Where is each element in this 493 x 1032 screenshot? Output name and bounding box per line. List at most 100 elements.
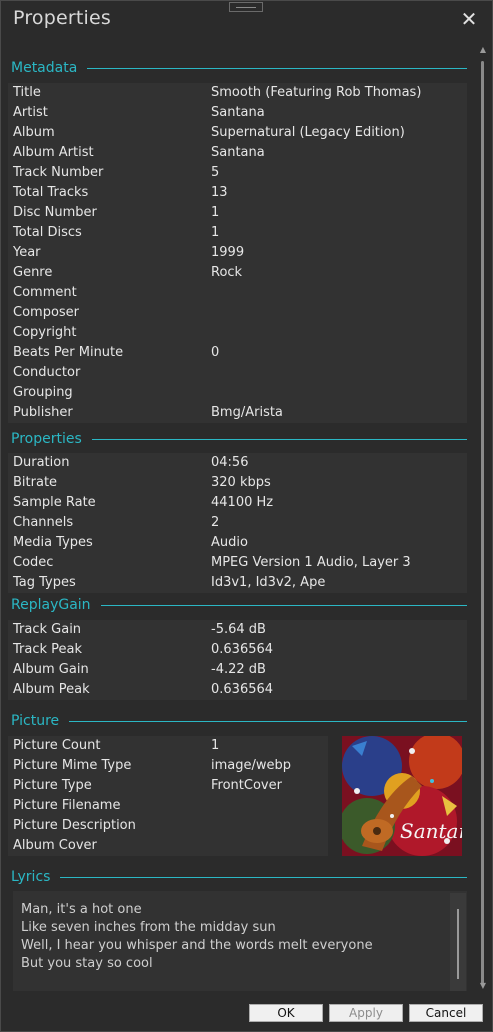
picture-label: Picture Type bbox=[13, 778, 92, 793]
resize-grip[interactable] bbox=[229, 2, 263, 12]
picture-value: 1 bbox=[211, 738, 220, 753]
metadata-row: Comment bbox=[8, 283, 467, 303]
metadata-row: Album Artist Santana bbox=[8, 143, 467, 163]
metadata-label: Total Tracks bbox=[13, 185, 89, 200]
metadata-label: Year bbox=[13, 245, 41, 260]
metadata-label: Artist bbox=[13, 105, 48, 120]
metadata-value: 1999 bbox=[211, 245, 245, 260]
metadata-label: Genre bbox=[13, 265, 53, 280]
metadata-row: Track Number 5 bbox=[8, 163, 467, 183]
metadata-label: Beats Per Minute bbox=[13, 345, 124, 360]
apply-button[interactable]: Apply bbox=[329, 1004, 403, 1022]
metadata-row: Composer bbox=[8, 303, 467, 323]
properties-table: Duration 04:56 Bitrate 320 kbps Sample Rate 4… bbox=[8, 453, 467, 593]
metadata-heading: Metadata bbox=[11, 60, 78, 76]
picture-value: FrontCover bbox=[211, 778, 282, 793]
metadata-section-header: Metadata bbox=[11, 58, 467, 78]
picture-label: Picture Count bbox=[13, 738, 101, 753]
picture-section-header: Picture bbox=[11, 711, 467, 731]
properties-label: Tag Types bbox=[13, 575, 76, 590]
metadata-label: Album bbox=[13, 125, 55, 140]
scroll-thumb[interactable] bbox=[481, 61, 484, 985]
scroll-up-icon[interactable]: ▲ bbox=[477, 45, 489, 55]
properties-window: Properties ✕ ▲ ▼ Metadata Title Smooth (F… bbox=[0, 0, 493, 1032]
lyric-line: Well, I hear you whisper and the words m… bbox=[21, 938, 373, 953]
metadata-value: 1 bbox=[211, 225, 220, 240]
replaygain-label: Track Peak bbox=[13, 642, 83, 657]
metadata-row: Copyright bbox=[8, 323, 467, 343]
close-icon[interactable]: ✕ bbox=[459, 9, 479, 29]
metadata-row: Genre Rock bbox=[8, 263, 467, 283]
lyrics-section-header: Lyrics bbox=[11, 867, 467, 887]
ok-button[interactable]: OK bbox=[249, 1004, 323, 1022]
properties-row: Codec MPEG Version 1 Audio, Layer 3 bbox=[8, 553, 467, 573]
properties-label: Sample Rate bbox=[13, 495, 96, 510]
properties-label: Duration bbox=[13, 455, 70, 470]
metadata-table: Title Smooth (Featuring Rob Thomas) Artist… bbox=[8, 83, 467, 423]
properties-row: Media Types Audio bbox=[8, 533, 467, 553]
cover-logo-text: Santana bbox=[400, 819, 462, 843]
replaygain-row: Track Gain -5.64 dB bbox=[8, 620, 467, 640]
replaygain-label: Album Peak bbox=[13, 682, 90, 697]
properties-row: Bitrate 320 kbps bbox=[8, 473, 467, 493]
properties-value: MPEG Version 1 Audio, Layer 3 bbox=[211, 555, 411, 570]
properties-row: Channels 2 bbox=[8, 513, 467, 533]
metadata-value: Rock bbox=[211, 265, 243, 280]
metadata-label: Title bbox=[13, 85, 41, 100]
picture-label: Picture Filename bbox=[13, 798, 121, 813]
replaygain-heading: ReplayGain bbox=[11, 597, 91, 613]
replaygain-value: -4.22 dB bbox=[211, 662, 266, 677]
metadata-row: Year 1999 bbox=[8, 243, 467, 263]
metadata-value: 0 bbox=[211, 345, 220, 360]
replaygain-value: 0.636564 bbox=[211, 682, 274, 697]
picture-row: Picture Count 1 bbox=[8, 736, 328, 756]
replaygain-label: Track Gain bbox=[13, 622, 82, 637]
metadata-label: Album Artist bbox=[13, 145, 94, 160]
lyrics-heading: Lyrics bbox=[11, 869, 51, 885]
metadata-row: Conductor bbox=[8, 363, 467, 383]
metadata-value: Santana bbox=[211, 105, 265, 120]
properties-value: Audio bbox=[211, 535, 248, 550]
properties-row: Tag Types Id3v1, Id3v2, Ape bbox=[8, 573, 467, 593]
cancel-button[interactable]: Cancel bbox=[409, 1004, 483, 1022]
metadata-row: Beats Per Minute 0 bbox=[8, 343, 467, 363]
properties-value: 44100 Hz bbox=[211, 495, 274, 510]
picture-value: image/webp bbox=[211, 758, 292, 773]
properties-heading: Properties bbox=[11, 431, 82, 447]
replaygain-value: -5.64 dB bbox=[211, 622, 266, 637]
lyrics-scroll-thumb[interactable] bbox=[457, 909, 459, 979]
properties-label: Bitrate bbox=[13, 475, 58, 490]
section-divider bbox=[100, 604, 467, 606]
lyrics-textbox[interactable]: Man, it's a hot one Like seven inches fr… bbox=[13, 891, 467, 991]
metadata-row: Album Supernatural (Legacy Edition) bbox=[8, 123, 467, 143]
picture-row: Picture Filename bbox=[8, 796, 328, 816]
metadata-row: Grouping bbox=[8, 383, 467, 403]
section-divider bbox=[69, 720, 467, 722]
metadata-row: Disc Number 1 bbox=[8, 203, 467, 223]
properties-value: 320 kbps bbox=[211, 475, 271, 490]
replaygain-section-header: ReplayGain bbox=[11, 595, 467, 615]
metadata-label: Total Discs bbox=[13, 225, 82, 240]
metadata-value: Bmg/Arista bbox=[211, 405, 283, 420]
metadata-row: Publisher Bmg/Arista bbox=[8, 403, 467, 423]
lyric-line: But you stay so cool bbox=[21, 956, 153, 971]
album-cover-image: Santana bbox=[342, 736, 462, 856]
properties-label: Channels bbox=[13, 515, 74, 530]
picture-row: Picture Description bbox=[8, 816, 328, 836]
scroll-down-icon[interactable]: ▼ bbox=[477, 981, 489, 991]
metadata-row: Artist Santana bbox=[8, 103, 467, 123]
properties-row: Duration 04:56 bbox=[8, 453, 467, 473]
lyrics-scrollbar[interactable] bbox=[450, 893, 466, 991]
metadata-row: Total Tracks 13 bbox=[8, 183, 467, 203]
picture-row: Picture Mime Type image/webp bbox=[8, 756, 328, 776]
metadata-label: Disc Number bbox=[13, 205, 97, 220]
picture-table: Picture Count 1 Picture Mime Type image/web… bbox=[8, 736, 328, 856]
replaygain-row: Album Gain -4.22 dB bbox=[8, 660, 467, 680]
section-divider bbox=[87, 67, 467, 69]
metadata-value: Santana bbox=[211, 145, 265, 160]
metadata-value: 1 bbox=[211, 205, 220, 220]
scrollbar[interactable]: ▲ ▼ bbox=[477, 45, 489, 991]
properties-label: Codec bbox=[13, 555, 54, 570]
metadata-label: Track Number bbox=[13, 165, 104, 180]
metadata-label: Composer bbox=[13, 305, 80, 320]
